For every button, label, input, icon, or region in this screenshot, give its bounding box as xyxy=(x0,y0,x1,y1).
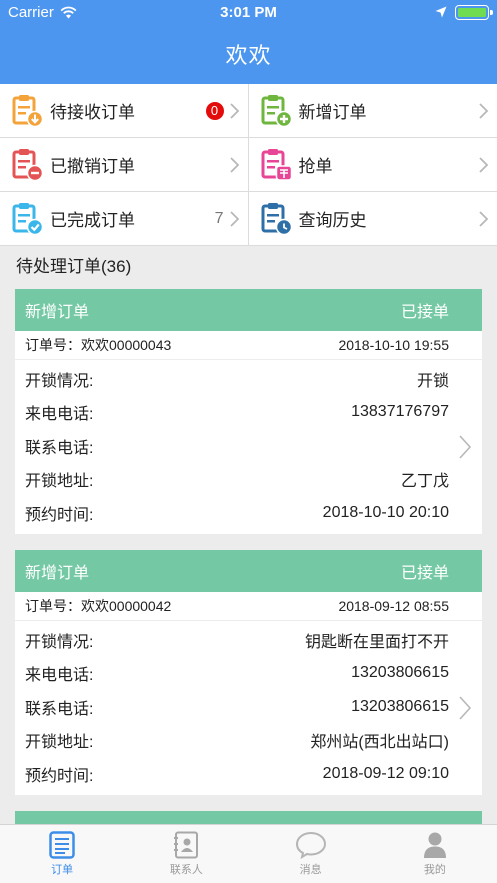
detail-label: 开锁情况: xyxy=(25,372,94,390)
menu-label: 新增订单 xyxy=(298,103,367,122)
menu-new-order[interactable]: 新增订单 xyxy=(248,84,497,138)
chevron-right-icon xyxy=(479,210,489,227)
detail-value: 13837176797 xyxy=(351,403,449,421)
detail-row-caller-phone: 来电电话: 13203806615 xyxy=(15,657,482,691)
clipboard-download-icon xyxy=(12,94,44,127)
tab-profile[interactable]: 我的 xyxy=(373,825,497,883)
chevron-right-icon xyxy=(229,210,239,227)
detail-value: 2018-10-10 20:10 xyxy=(322,503,449,521)
menu-completed-orders[interactable]: 已完成订单 7 xyxy=(0,192,249,246)
detail-value: 13203806615 xyxy=(351,697,449,715)
order-details: 开锁情况: 钥匙断在里面打不开 来电电话: 13203806615 联系电话: … xyxy=(15,621,482,795)
app-header: Carrier 3:01 PM 欢欢 xyxy=(0,0,497,84)
detail-label: 来电电话: xyxy=(25,667,94,685)
chevron-right-icon xyxy=(459,696,472,720)
order-status: 已接单 xyxy=(400,304,449,321)
detail-label: 预约时间: xyxy=(25,506,94,524)
order-menu-grid: 待接收订单 0 新增订单 已撤销订单 抢单 已完成订单 7 查询历史 xyxy=(0,84,497,246)
detail-label: 预约时间: xyxy=(25,767,94,785)
chevron-right-icon xyxy=(229,156,239,173)
menu-pending-receive[interactable]: 待接收订单 0 xyxy=(0,84,249,138)
clipboard-clock-icon xyxy=(261,202,292,235)
chevron-right-icon xyxy=(459,435,472,459)
order-list-icon xyxy=(49,831,75,859)
order-card-header: 新增订单 已接单 xyxy=(15,289,482,331)
tab-label: 订单 xyxy=(51,864,74,876)
detail-label: 开锁地址: xyxy=(25,473,94,491)
order-card-partial[interactable] xyxy=(15,811,482,824)
menu-label: 查询历史 xyxy=(298,211,367,230)
battery-icon xyxy=(455,4,493,20)
tab-orders[interactable]: 订单 xyxy=(0,825,124,883)
detail-row-appointment-time: 预约时间: 2018-09-12 09:10 xyxy=(15,757,482,791)
detail-label: 开锁地址: xyxy=(25,734,94,752)
order-type: 新增订单 xyxy=(25,565,90,582)
detail-row-address: 开锁地址: 乙丁戊 xyxy=(15,463,482,497)
detail-label: 开锁情况: xyxy=(25,633,94,651)
detail-label: 联系电话: xyxy=(25,700,94,718)
order-meta: 订单号：欢欢00000043 2018-10-10 19:55 xyxy=(15,331,482,360)
menu-query-history[interactable]: 查询历史 xyxy=(248,192,497,246)
detail-value: 13203806615 xyxy=(351,664,449,682)
order-created-time: 2018-09-12 08:55 xyxy=(338,598,449,614)
detail-label: 来电电话: xyxy=(25,406,94,424)
detail-value: 乙丁戊 xyxy=(400,473,449,491)
order-card[interactable]: 新增订单 已接单 订单号：欢欢00000042 2018-09-12 08:55… xyxy=(15,550,482,795)
status-time: 3:01 PM xyxy=(220,3,277,21)
detail-row-lock-situation: 开锁情况: 钥匙断在里面打不开 xyxy=(15,623,482,657)
clipboard-minus-icon xyxy=(12,148,44,181)
menu-label: 已完成订单 xyxy=(50,211,135,230)
detail-row-contact-phone: 联系电话: 13203806615 xyxy=(15,690,482,724)
order-created-time: 2018-10-10 19:55 xyxy=(338,337,449,353)
order-card-header: 新增订单 已接单 xyxy=(15,550,482,592)
tab-messages[interactable]: 消息 xyxy=(249,825,373,883)
detail-value: 钥匙断在里面打不开 xyxy=(304,633,449,651)
chevron-right-icon xyxy=(479,156,489,173)
order-details: 开锁情况: 开锁 来电电话: 13837176797 联系电话: 开锁地址: 乙… xyxy=(15,360,482,534)
clipboard-check-icon xyxy=(12,202,44,235)
status-bar: Carrier 3:01 PM xyxy=(0,0,497,24)
profile-icon xyxy=(423,832,446,858)
menu-cancelled-orders[interactable]: 已撤销订单 xyxy=(0,138,249,192)
detail-row-lock-situation: 开锁情况: 开锁 xyxy=(15,362,482,396)
message-bubble-icon xyxy=(295,831,326,859)
completed-count: 7 xyxy=(214,209,224,227)
detail-row-contact-phone: 联系电话: xyxy=(15,429,482,463)
tab-label: 消息 xyxy=(299,864,322,876)
pending-count-badge: 0 xyxy=(205,101,224,120)
pending-orders-title: 待处理订单(36) xyxy=(16,257,132,276)
chevron-right-icon xyxy=(479,102,489,119)
tab-label: 联系人 xyxy=(169,864,203,876)
detail-row-caller-phone: 来电电话: 13837176797 xyxy=(15,396,482,430)
order-number: 订单号：欢欢00000042 xyxy=(25,598,172,614)
order-card[interactable]: 新增订单 已接单 订单号：欢欢00000043 2018-10-10 19:55… xyxy=(15,289,482,534)
order-meta: 订单号：欢欢00000042 2018-09-12 08:55 xyxy=(15,592,482,621)
menu-grab-order[interactable]: 抢单 xyxy=(248,138,497,192)
detail-value: 2018-09-12 09:10 xyxy=(322,764,449,782)
tab-contacts[interactable]: 联系人 xyxy=(124,825,248,883)
chevron-right-icon xyxy=(229,102,239,119)
menu-label: 已撤销订单 xyxy=(50,157,135,176)
detail-value: 开锁 xyxy=(416,372,449,390)
contacts-icon xyxy=(174,831,199,859)
menu-label: 抢单 xyxy=(298,157,333,176)
page-title: 欢欢 xyxy=(225,43,272,68)
detail-row-address: 开锁地址: 郑州站(西北出站口) xyxy=(15,724,482,758)
detail-row-appointment-time: 预约时间: 2018-10-10 20:10 xyxy=(15,496,482,530)
order-status: 已接单 xyxy=(400,565,449,582)
order-type: 新增订单 xyxy=(25,304,90,321)
order-number: 订单号：欢欢00000043 xyxy=(25,337,172,353)
detail-value: 郑州站(西北出站口) xyxy=(310,734,449,752)
bottom-tab-bar: 订单 联系人 消息 我的 xyxy=(0,824,497,883)
tab-label: 我的 xyxy=(423,864,446,876)
clipboard-add-icon xyxy=(261,94,292,127)
clipboard-grab-icon xyxy=(261,148,292,181)
menu-label: 待接收订单 xyxy=(50,103,135,122)
detail-label: 联系电话: xyxy=(25,439,94,457)
